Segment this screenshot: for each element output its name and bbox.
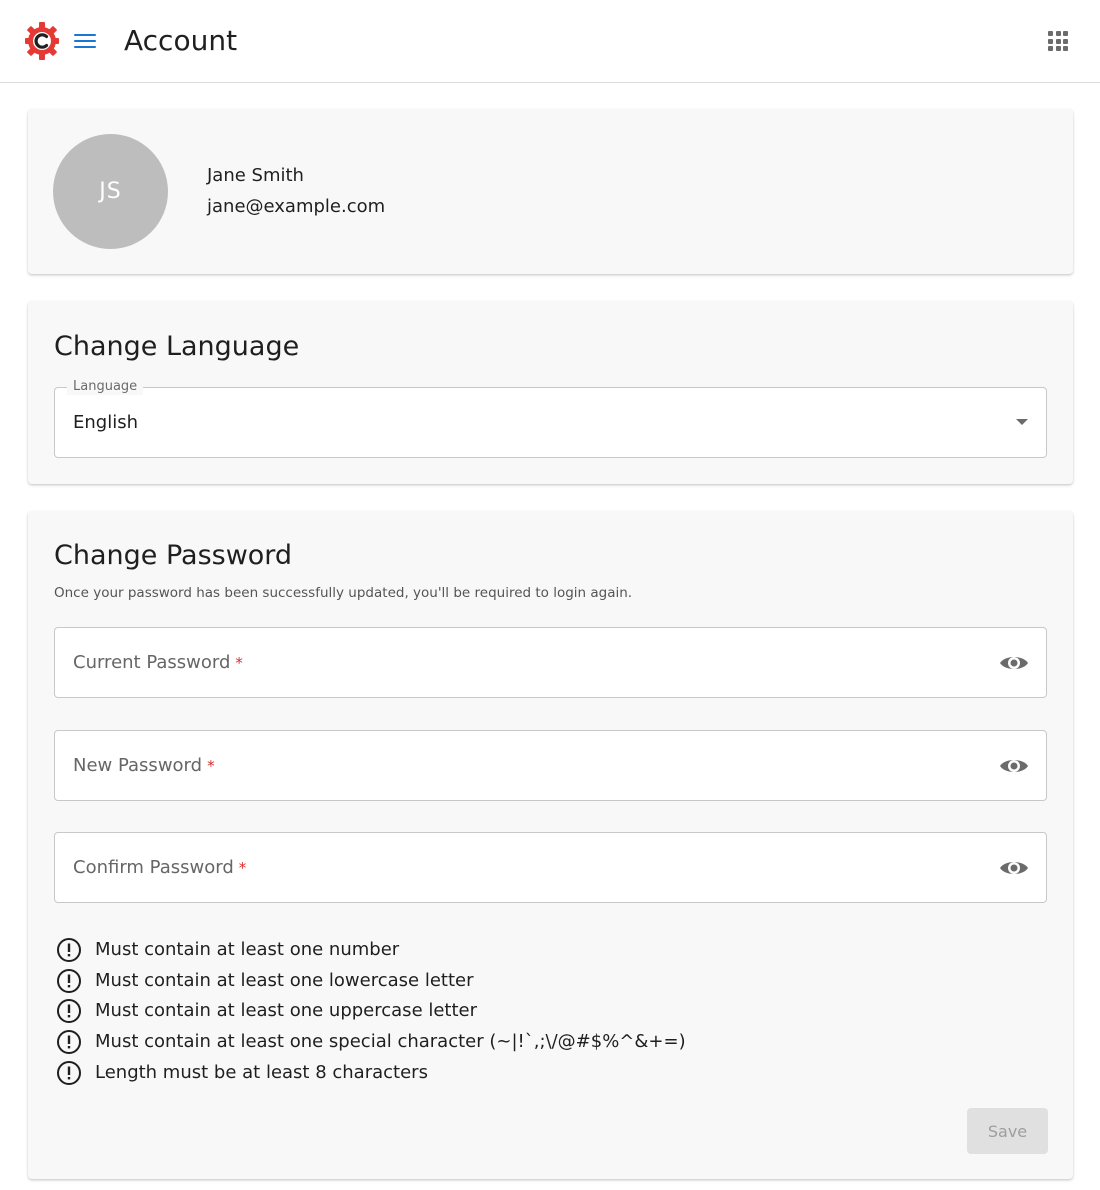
requirement-item: Must contain at least one number (54, 935, 754, 966)
requirement-item: Must contain at least one uppercase lett… (54, 996, 754, 1027)
current-password-field[interactable]: Current Password * (54, 627, 1047, 698)
new-password-field[interactable]: New Password * (54, 730, 1047, 801)
language-select-value: English (73, 412, 138, 433)
alert-circle-icon (57, 1060, 81, 1085)
user-name: Jane Smith (207, 165, 304, 186)
page-title: Account (124, 24, 238, 57)
requirement-text: Length must be at least 8 characters (95, 1061, 428, 1083)
alert-circle-icon (57, 1030, 81, 1055)
language-section-title: Change Language (54, 331, 300, 362)
requirement-text: Must contain at least one lowercase lett… (95, 969, 474, 991)
requirement-text: Must contain at least one number (95, 939, 400, 960)
requirement-item: Must contain at least one lowercase lett… (54, 966, 754, 997)
alert-circle-icon (57, 999, 81, 1024)
alert-circle-icon (57, 968, 81, 993)
user-email: jane@example.com (207, 196, 386, 217)
logo-icon[interactable] (24, 20, 60, 62)
confirm-password-field[interactable]: Confirm Password * (54, 832, 1047, 903)
password-requirements: Must contain at least one number Must co… (54, 935, 754, 1088)
requirement-item: Length must be at least 8 characters (54, 1058, 754, 1089)
menu-icon[interactable] (72, 28, 100, 54)
password-section-subtitle: Once your password has been successfully… (54, 585, 633, 601)
avatar: JS (53, 134, 168, 249)
dropdown-arrow-icon (1016, 419, 1028, 425)
language-select[interactable]: Language English (54, 379, 1047, 458)
current-password-input[interactable] (55, 628, 1046, 697)
confirm-password-input[interactable] (55, 833, 1046, 902)
new-password-input[interactable] (55, 731, 1046, 800)
eye-icon[interactable] (998, 753, 1030, 779)
requirement-text: Must contain at least one special charac… (95, 1031, 686, 1053)
language-select-label: Language (67, 379, 144, 395)
password-section-title: Change Password (54, 540, 293, 571)
alert-circle-icon (57, 938, 81, 962)
eye-icon[interactable] (998, 855, 1030, 881)
apps-grid-icon[interactable] (1044, 27, 1072, 55)
profile-card: JS Jane Smith jane@example.com (28, 109, 1073, 274)
language-card: Change Language Language English (28, 301, 1073, 484)
app-bar: Account (0, 0, 1100, 83)
save-button[interactable]: Save (967, 1108, 1048, 1154)
eye-icon[interactable] (998, 650, 1030, 676)
requirement-item: Must contain at least one special charac… (54, 1027, 754, 1058)
requirement-text: Must contain at least one uppercase lett… (95, 1000, 478, 1022)
password-card: Change Password Once your password has b… (28, 511, 1073, 1179)
